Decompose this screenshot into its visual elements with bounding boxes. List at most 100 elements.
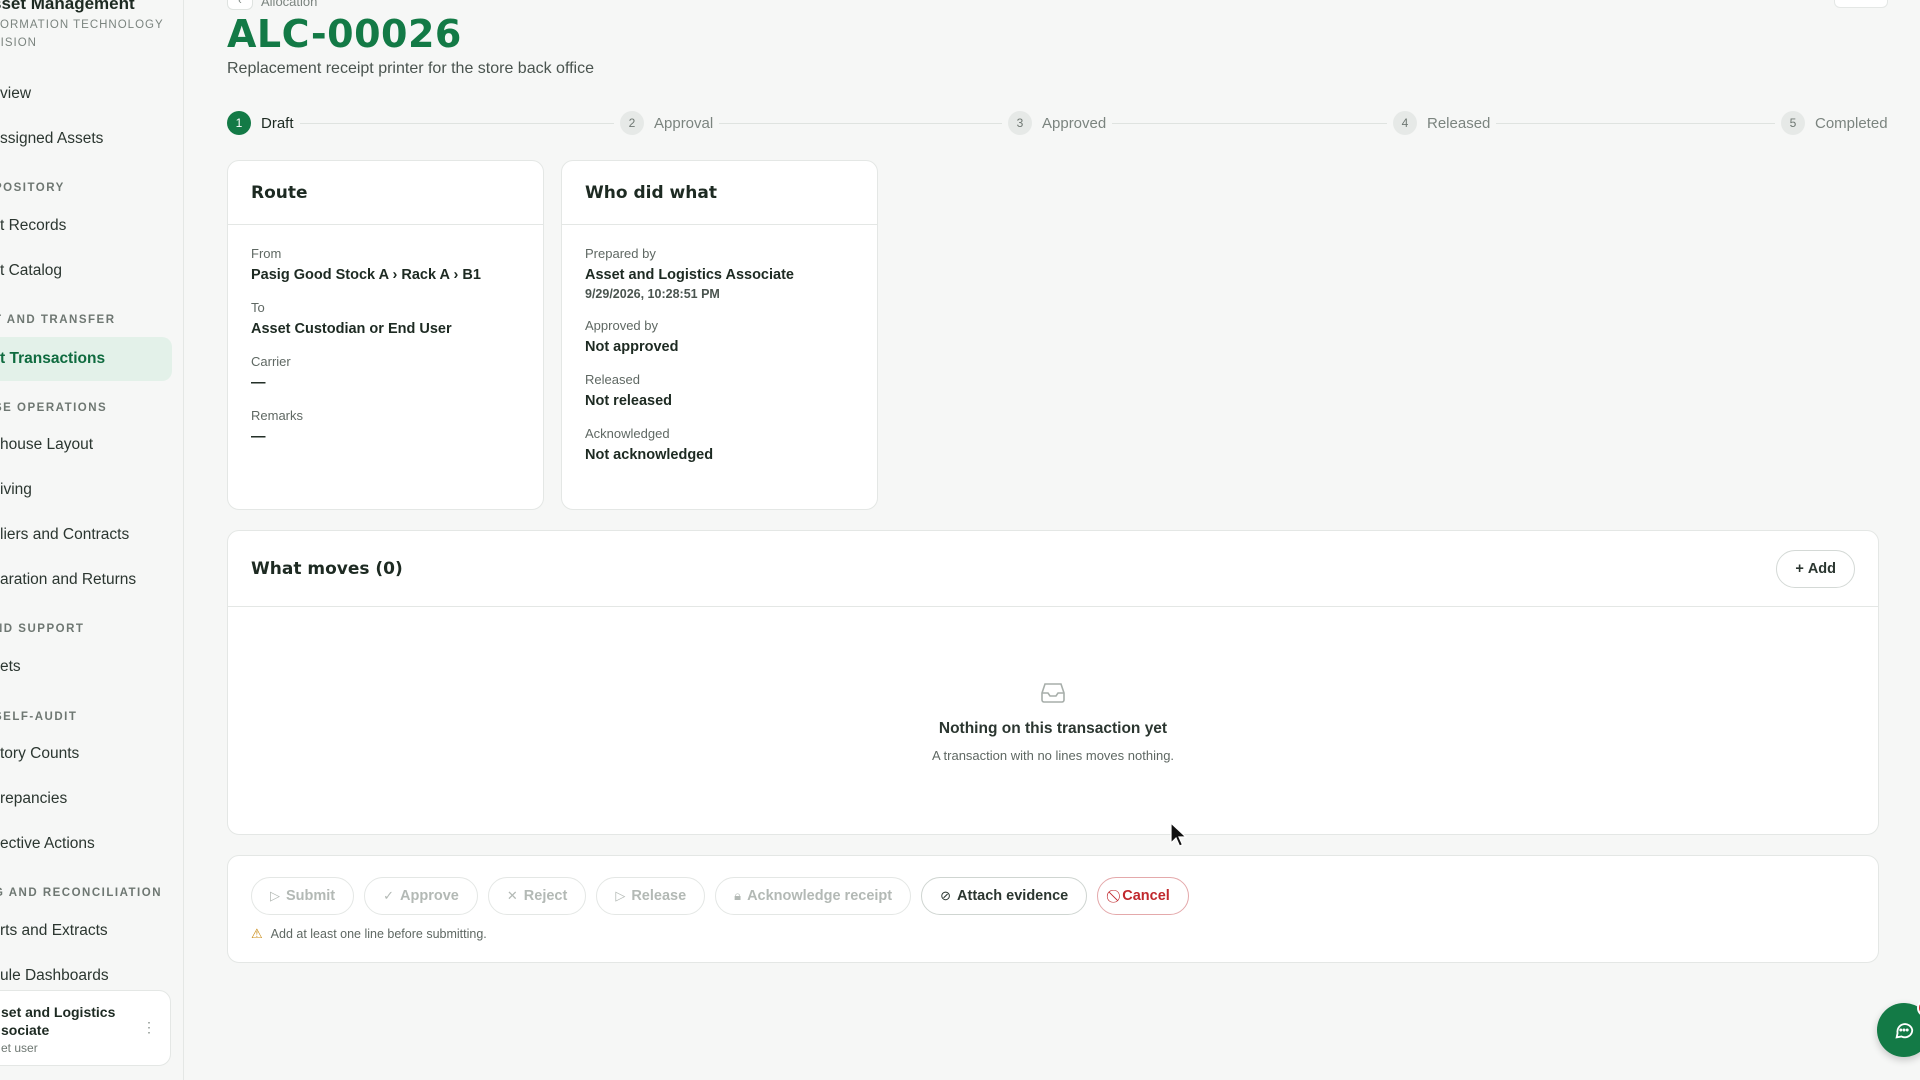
breadcrumb: ‹ Allocation (227, 0, 317, 10)
step-label: Approved (1042, 114, 1107, 132)
prepared-label: Prepared by (585, 246, 656, 261)
what-moves-header: What moves (0) + Add (228, 531, 1878, 607)
approved-by: Approved by Not approved (562, 318, 877, 355)
lock-icon: 🔒︎ (734, 888, 742, 903)
remarks-label: Remarks (251, 408, 304, 423)
released-value: Not released (585, 393, 673, 409)
paperclip-icon: ⊘ (940, 888, 952, 903)
page-title: ALC-00026 (227, 12, 462, 56)
release-button[interactable]: ▷ Release (596, 877, 706, 915)
sidebar-item-asset-catalog[interactable]: t Catalog (0, 249, 172, 293)
send-icon: ▷ (615, 888, 626, 903)
sidebar-item-asset-transactions[interactable]: t Transactions (0, 337, 172, 381)
step-number: 4 (1393, 111, 1417, 135)
page-description: Replacement receipt printer for the stor… (227, 60, 594, 77)
step-label: Completed (1815, 114, 1888, 132)
brand-subtitle-2: VISION (0, 37, 37, 49)
submit-button[interactable]: ▷ Submit (251, 877, 355, 915)
route-carrier: Carrier — (228, 354, 543, 391)
more-vertical-icon[interactable]: ⋮ (142, 1019, 156, 1036)
brand: sset Management FORMATION TECHNOLOGY VIS… (0, 0, 164, 52)
chat-button[interactable]: 1 (1877, 999, 1920, 1057)
sidebar-section-warehouse-operations: SE OPERATIONS (0, 402, 108, 414)
approved-value: Not approved (585, 339, 679, 355)
sidebar-item-suppliers-contracts[interactable]: liers and Contracts (0, 513, 172, 557)
step-label: Approval (654, 114, 714, 132)
step-label: Draft (261, 114, 294, 132)
released-label: Released (585, 372, 640, 387)
brand-title: sset Management (0, 0, 135, 13)
validation-warning: ⚠ Add at least one line before submittin… (251, 926, 487, 942)
sidebar-item-separation-returns[interactable]: aration and Returns (0, 558, 172, 602)
sidebar-item-corrective-actions[interactable]: ective Actions (0, 822, 172, 866)
prepared-value: Asset and Logistics Associate (585, 267, 794, 283)
prepared-timestamp: 9/29/2026, 10:28:51 PM (585, 287, 720, 301)
step-number: 1 (227, 111, 251, 135)
step-approved: 3 Approved (1002, 111, 1113, 135)
stepper-connector (297, 123, 617, 124)
step-released: 4 Released (1387, 111, 1497, 135)
brand-subtitle: FORMATION TECHNOLOGY (0, 19, 164, 31)
route-from: From Pasig Good Stock A › Rack A › B1 (228, 246, 543, 283)
to-label: To (251, 300, 265, 315)
sidebar-item-asset-records[interactable]: t Records (0, 204, 172, 248)
actions-bar: ▷ Submit ✓ Approve ✕ Reject ▷ Release 🔒︎… (227, 855, 1879, 963)
step-completed: 5 Completed (1775, 111, 1888, 135)
empty-state-subtitle: A transaction with no lines moves nothin… (931, 748, 1175, 763)
what-moves-card: What moves (0) + Add Nothing on this tra… (227, 530, 1879, 835)
inbox-icon (1041, 683, 1065, 703)
mouse-cursor-icon (1170, 822, 1188, 847)
sidebar-item-tickets[interactable]: ets (0, 645, 172, 689)
user-name: set and Logistics sociate (1, 1004, 116, 1038)
to-value: Asset Custodian or End User (251, 321, 452, 337)
acknowledged-value: Not acknowledged (585, 447, 714, 463)
step-draft: 1 Draft (227, 111, 300, 135)
stepper-connector (1467, 123, 1797, 124)
warning-text: Add at least one line before submitting. (270, 927, 487, 941)
acknowledge-receipt-button[interactable]: 🔒︎ Acknowledge receipt (715, 877, 912, 915)
sidebar-section-movement-transfer: T AND TRANSFER (0, 314, 116, 326)
add-line-label: Add (1807, 560, 1836, 577)
user-role: et user (1, 1041, 38, 1055)
chat-icon (1895, 1023, 1914, 1039)
sidebar-item-reports-extracts[interactable]: rts and Extracts (0, 909, 172, 953)
status-stepper: 1 Draft 2 Approval 3 Approved 4 Released… (227, 111, 1888, 137)
back-arrow-icon[interactable]: ‹ (227, 0, 253, 10)
sidebar-section-reporting-reconciliation: G AND RECONCILIATION (0, 887, 162, 899)
step-number: 5 (1781, 111, 1805, 135)
sidebar-item-receiving[interactable]: iving (0, 468, 172, 512)
cancel-label: Cancel (1122, 888, 1170, 904)
submit-label: Submit (286, 888, 336, 904)
sidebar: sset Management FORMATION TECHNOLOGY VIS… (0, 0, 184, 1080)
sidebar-item-inventory-counts[interactable]: tory Counts (0, 732, 172, 776)
step-label: Released (1427, 114, 1491, 132)
step-approval: 2 Approval (614, 111, 720, 135)
step-number: 3 (1008, 111, 1032, 135)
approve-button[interactable]: ✓ Approve (364, 877, 478, 915)
sidebar-item-assigned-assets[interactable]: ssigned Assets (0, 117, 172, 161)
send-icon: ▷ (270, 888, 280, 903)
sidebar-item-overview[interactable]: view (0, 72, 172, 116)
check-icon: ✓ (383, 888, 395, 903)
cancel-button[interactable]: ⃠ Cancel (1097, 877, 1189, 915)
sidebar-item-warehouse-layout[interactable]: house Layout (0, 423, 172, 467)
header-menu-button[interactable] (1834, 0, 1888, 8)
breadcrumb-label[interactable]: Allocation (261, 0, 317, 9)
sidebar-item-discrepancies[interactable]: repancies (0, 777, 172, 821)
who-did-what-card: Who did what Prepared by Asset and Logis… (561, 160, 878, 510)
stepper-connector (677, 123, 1007, 124)
sidebar-section-repository: POSITORY (0, 182, 65, 194)
acknowledged: Acknowledged Not acknowledged (562, 426, 877, 463)
sidebar-section-support: ND SUPPORT (0, 623, 85, 635)
carrier-value: — (251, 375, 266, 391)
remarks-value: — (251, 429, 266, 445)
released: Released Not released (562, 372, 877, 409)
reject-button[interactable]: ✕ Reject (487, 877, 587, 915)
add-line-button[interactable]: + Add (1776, 549, 1855, 588)
x-icon: ✕ (506, 888, 518, 903)
user-card[interactable]: set and Logistics sociate et user ⋮ (0, 990, 171, 1066)
attach-evidence-button[interactable]: ⊘ Attach evidence (921, 877, 1088, 915)
who-card-title: Who did what (562, 161, 877, 225)
route-card: Route From Pasig Good Stock A › Rack A ›… (227, 160, 544, 510)
approved-label: Approved by (585, 318, 658, 333)
